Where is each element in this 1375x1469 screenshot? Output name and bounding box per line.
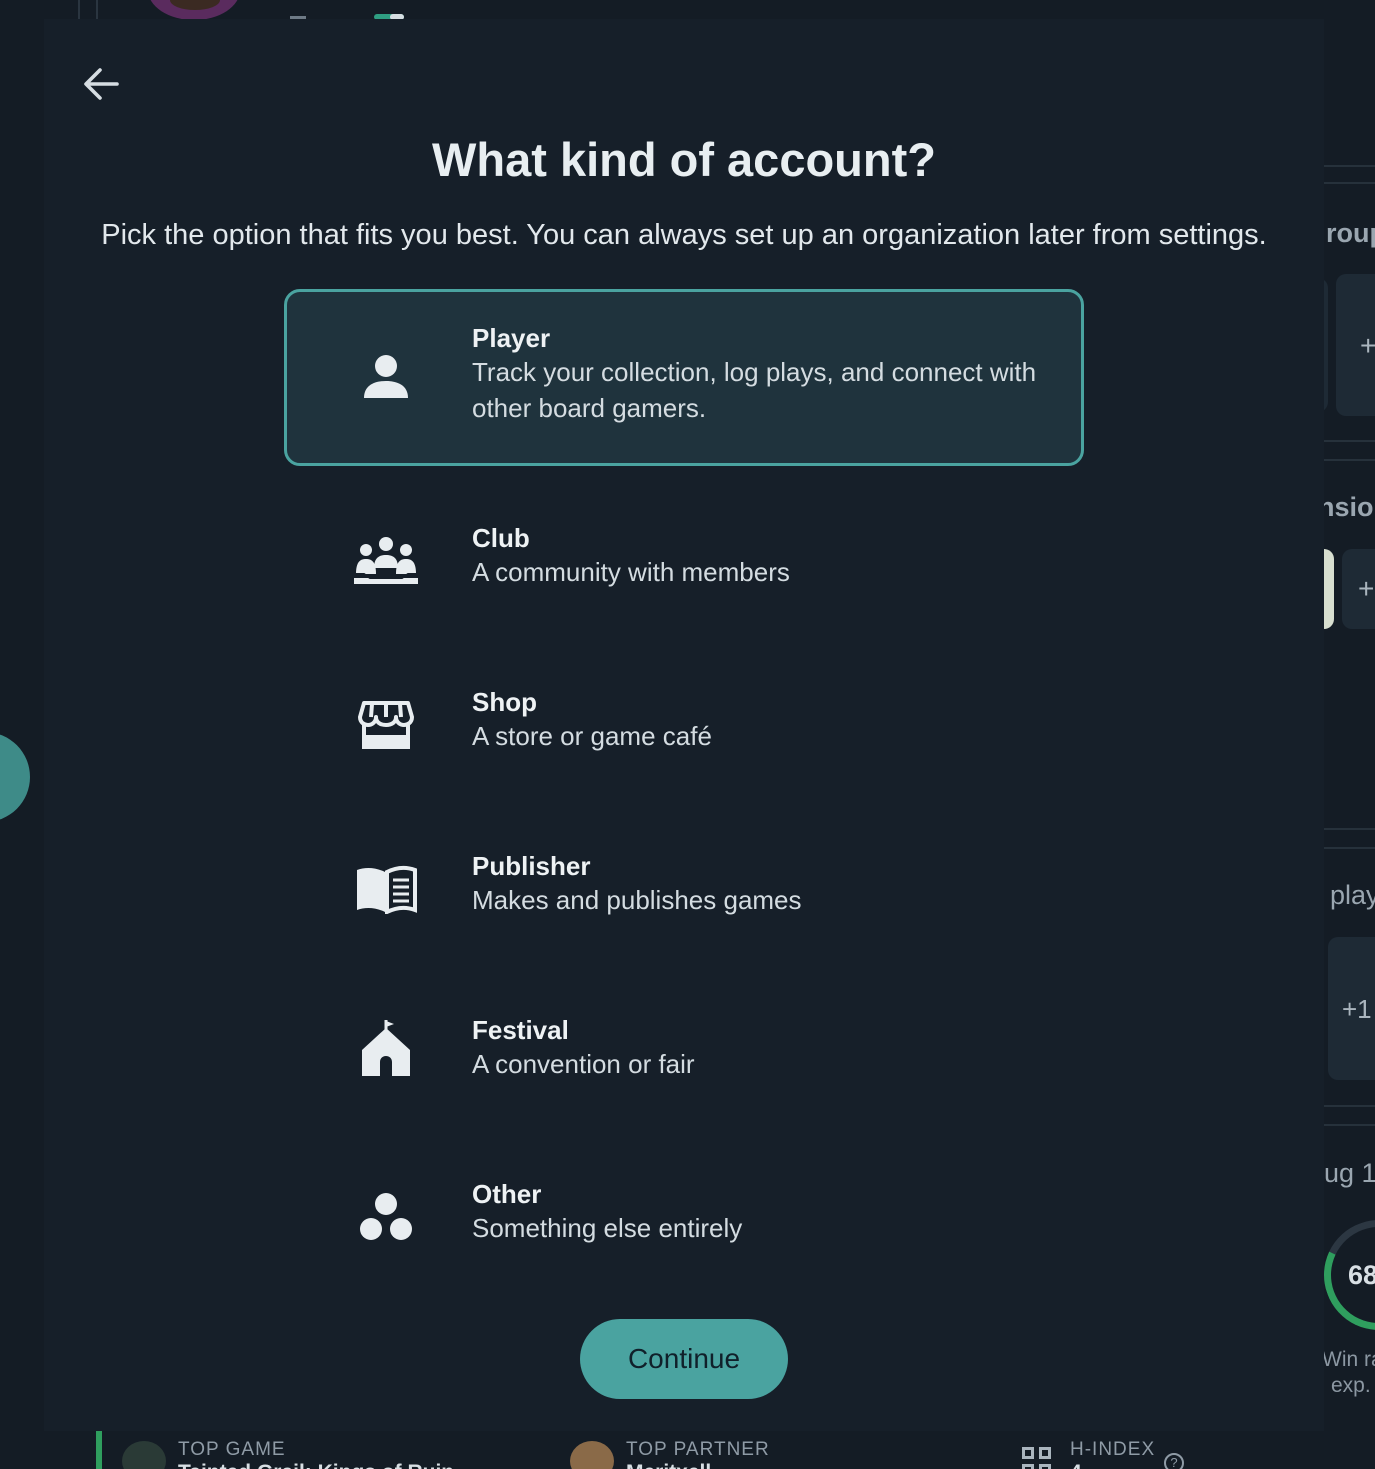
bg-partner-avatar	[570, 1441, 614, 1469]
dialog-title: What kind of account?	[432, 133, 936, 186]
bg-heading-groups: roup	[1326, 218, 1375, 248]
bg-divider	[1324, 459, 1375, 461]
bg-h-index-label: H-INDEX	[1070, 1439, 1156, 1460]
bg-divider	[96, 0, 98, 20]
option-name: Other	[472, 1179, 542, 1209]
bg-win-rate-label: Win ra	[1324, 1348, 1375, 1371]
bg-divider	[1324, 828, 1375, 830]
bg-avatar	[148, 0, 240, 20]
dots-icon	[353, 1184, 419, 1250]
bg-stats-bar: TOP GAME Tainted Grail: Kings of Ruin TO…	[44, 1431, 1324, 1469]
arrow-left-icon	[84, 68, 119, 100]
bg-divider	[1324, 1124, 1375, 1126]
dialog-subtitle: Pick the option that fits you best. You …	[101, 219, 1267, 251]
option-name: Publisher	[472, 851, 591, 881]
grid-icon	[1022, 1447, 1052, 1469]
bg-top-partner-label: TOP PARTNER	[626, 1439, 770, 1460]
option-player[interactable]: Player Track your collection, log plays,…	[284, 289, 1084, 466]
bg-thumbnail	[1324, 549, 1334, 629]
bg-plus-count: +1	[1342, 994, 1372, 1024]
bg-divider	[1324, 165, 1375, 167]
option-description: Track your collection, log plays, and co…	[472, 357, 1037, 423]
option-other[interactable]: Other Something else entirely	[284, 1155, 1084, 1275]
option-name: Player	[472, 323, 551, 353]
venue-icon	[353, 1016, 419, 1082]
bg-divider	[78, 0, 80, 20]
bg-floating-button	[0, 732, 30, 822]
option-name: Festival	[472, 1015, 569, 1045]
bg-heading-date: ug 1	[1324, 1158, 1375, 1188]
option-publisher[interactable]: Publisher Makes and publishes games	[284, 827, 1084, 947]
storefront-icon	[353, 692, 419, 758]
bg-heading-players: play	[1330, 880, 1375, 910]
option-description: Something else entirely	[472, 1213, 743, 1243]
account-type-dialog: What kind of account? Pick the option th…	[44, 19, 1324, 1431]
bg-divider	[1324, 440, 1375, 442]
bg-top-game-value: Tainted Grail: Kings of Ruin	[178, 1461, 454, 1469]
help-icon: ?	[1164, 1453, 1184, 1469]
bg-top-game-label: TOP GAME	[178, 1439, 286, 1460]
group-icon	[353, 528, 419, 594]
option-description: A convention or fair	[472, 1049, 695, 1079]
option-festival[interactable]: Festival A convention or fair	[284, 991, 1084, 1111]
bg-plus: +	[1358, 573, 1375, 604]
bg-divider	[1324, 847, 1375, 849]
option-description: A store or game café	[472, 721, 712, 751]
bg-h-index-value: 4	[1070, 1461, 1082, 1469]
continue-button[interactable]: Continue	[580, 1319, 788, 1399]
bg-divider	[1324, 1105, 1375, 1107]
bg-top-partner-value: Meritxell	[626, 1461, 711, 1469]
bg-divider	[1324, 182, 1375, 184]
option-name: Shop	[472, 687, 537, 717]
option-description: Makes and publishes games	[472, 885, 802, 915]
bg-right-column: roup + nsion + play +1 ug 1 68 Win ra ex…	[1324, 0, 1375, 1469]
option-shop[interactable]: Shop A store or game café	[284, 663, 1084, 783]
bg-gauge-value: 68	[1348, 1260, 1375, 1290]
bg-heading-expansions: nsion	[1324, 492, 1375, 522]
bg-accent-bar	[96, 1431, 102, 1469]
option-name: Club	[472, 523, 530, 553]
person-icon	[353, 344, 419, 410]
book-icon	[353, 856, 419, 922]
bg-card	[1324, 278, 1328, 412]
bg-game-thumbnail	[122, 1441, 166, 1469]
option-club[interactable]: Club A community with members	[284, 499, 1084, 619]
bg-exp-label: exp.	[1331, 1374, 1371, 1397]
bg-plus: +	[1360, 330, 1375, 361]
back-button[interactable]	[80, 63, 122, 105]
option-description: A community with members	[472, 557, 790, 587]
